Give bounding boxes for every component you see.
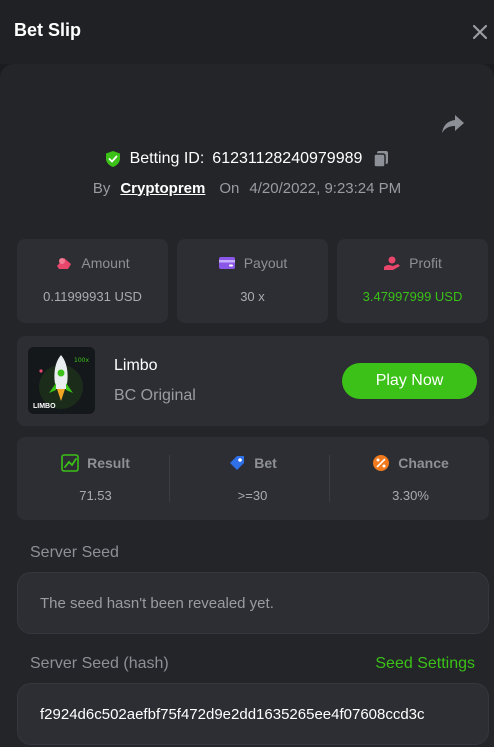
result-label: Result — [87, 455, 130, 471]
svg-text:100x: 100x — [74, 357, 89, 364]
result-divider — [169, 455, 170, 502]
amount-value: 0.11999931 USD — [43, 289, 142, 304]
server-seed-label: Server Seed — [30, 544, 119, 561]
by-label: By — [92, 179, 111, 197]
result-header: Result — [17, 454, 174, 472]
bet-meta-row: By Cryptoprem On 4/20/2022, 9:23:24 PM — [0, 178, 494, 198]
modal-title: Bet Slip — [14, 20, 82, 40]
bet-tag-icon — [230, 456, 245, 470]
game-thumbnail[interactable]: 100x LIMBO — [28, 347, 95, 414]
amount-label: Amount — [81, 255, 130, 271]
close-icon — [472, 24, 488, 40]
bet-header: Bet — [174, 454, 331, 472]
seed-settings-link[interactable]: Seed Settings — [375, 655, 475, 673]
amount-header: Amount — [17, 255, 168, 271]
betting-id-value: 61231128240979989 — [212, 150, 363, 167]
header: Bet Slip — [0, 0, 494, 64]
username-link[interactable]: Cryptoprem — [120, 180, 205, 197]
chance-value: 3.30% — [392, 488, 429, 503]
copy-icon[interactable] — [372, 150, 390, 168]
payout-value: 30 x — [240, 289, 265, 304]
bet-label: Bet — [254, 455, 277, 471]
chance-label: Chance — [398, 455, 449, 471]
bet-divider — [329, 455, 330, 502]
profit-card: Profit 3.47997999 USD — [337, 239, 488, 323]
result-chart-icon — [61, 454, 79, 472]
bet-column: Bet >=30 — [174, 437, 331, 520]
game-thumb-caption: LIMBO — [33, 403, 56, 410]
amount-card: Amount 0.11999931 USD — [17, 239, 168, 323]
game-provider: BC Original — [114, 387, 196, 404]
percent-icon — [373, 455, 390, 471]
on-label: On — [219, 179, 240, 197]
wallet-icon — [218, 257, 235, 269]
amount-coin-icon — [57, 258, 72, 269]
share-button[interactable] — [440, 112, 466, 136]
share-icon — [442, 115, 464, 133]
payout-card: Payout 30 x — [177, 239, 328, 323]
result-value: 71.53 — [79, 488, 112, 503]
profit-header: Profit — [337, 255, 488, 271]
betting-id-label: Betting ID: — [129, 150, 205, 167]
chance-header: Chance — [332, 454, 489, 472]
server-seed-hash-value[interactable]: f2924d6c502aefbf75f472d9e2dd1635265ee4f0… — [40, 706, 468, 723]
result-column: Result 71.53 — [17, 437, 174, 520]
result-card: Result 71.53 Bet >=30 Chance 3.30% — [17, 437, 489, 520]
server-seed-text: The seed hasn't been revealed yet. — [40, 595, 274, 612]
profit-label: Profit — [409, 255, 442, 271]
payout-label: Payout — [243, 255, 288, 271]
server-seed-hash-label: Server Seed (hash) — [30, 655, 169, 672]
bet-value: >=30 — [237, 488, 268, 503]
server-seed-hash-box[interactable]: f2924d6c502aefbf75f472d9e2dd1635265ee4f0… — [17, 683, 489, 745]
game-name[interactable]: Limbo — [114, 357, 158, 375]
betting-id-row: Betting ID: 61231128240979989 — [0, 148, 494, 170]
bet-datetime: 4/20/2022, 9:23:24 PM — [249, 179, 402, 197]
profit-hand-icon — [384, 256, 401, 270]
server-seed-box: The seed hasn't been revealed yet. — [17, 572, 489, 634]
profit-value: 3.47997999 USD — [362, 289, 463, 304]
bet-slip-modal: Bet Slip Betting ID: 61231128240979989 B… — [0, 0, 494, 747]
game-card: 100x LIMBO Limbo BC Original Play Now — [17, 336, 489, 426]
close-button[interactable] — [470, 22, 490, 42]
chance-column: Chance 3.30% — [332, 437, 489, 520]
payout-header: Payout — [177, 255, 328, 271]
play-now-button[interactable]: Play Now — [342, 363, 477, 399]
verified-shield-icon — [105, 151, 120, 167]
